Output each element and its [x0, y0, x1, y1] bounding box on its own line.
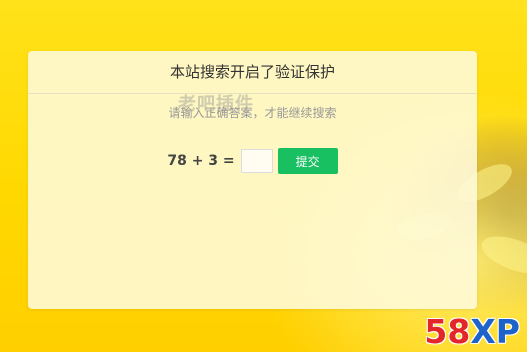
logo-number: 58 [424, 312, 471, 351]
captcha-row: 78 + 3 = 提交 [28, 147, 477, 175]
captcha-equation: 78 + 3 = [167, 153, 235, 169]
verification-dialog: 本站搜索开启了验证保护 请输入正确答案，才能继续搜索 老吧插件 78 + 3 =… [28, 51, 477, 309]
logo-letters: XP [470, 312, 520, 351]
dialog-subtitle: 请输入正确答案，才能继续搜索 老吧插件 [28, 95, 477, 123]
submit-button[interactable]: 提交 [277, 148, 338, 174]
site-logo: 58XP [424, 315, 520, 348]
dialog-title: 本站搜索开启了验证保护 [28, 51, 477, 94]
captcha-answer-input[interactable] [240, 149, 273, 173]
background-flower-petal [476, 228, 527, 282]
plugin-watermark: 老吧插件 [178, 94, 254, 115]
